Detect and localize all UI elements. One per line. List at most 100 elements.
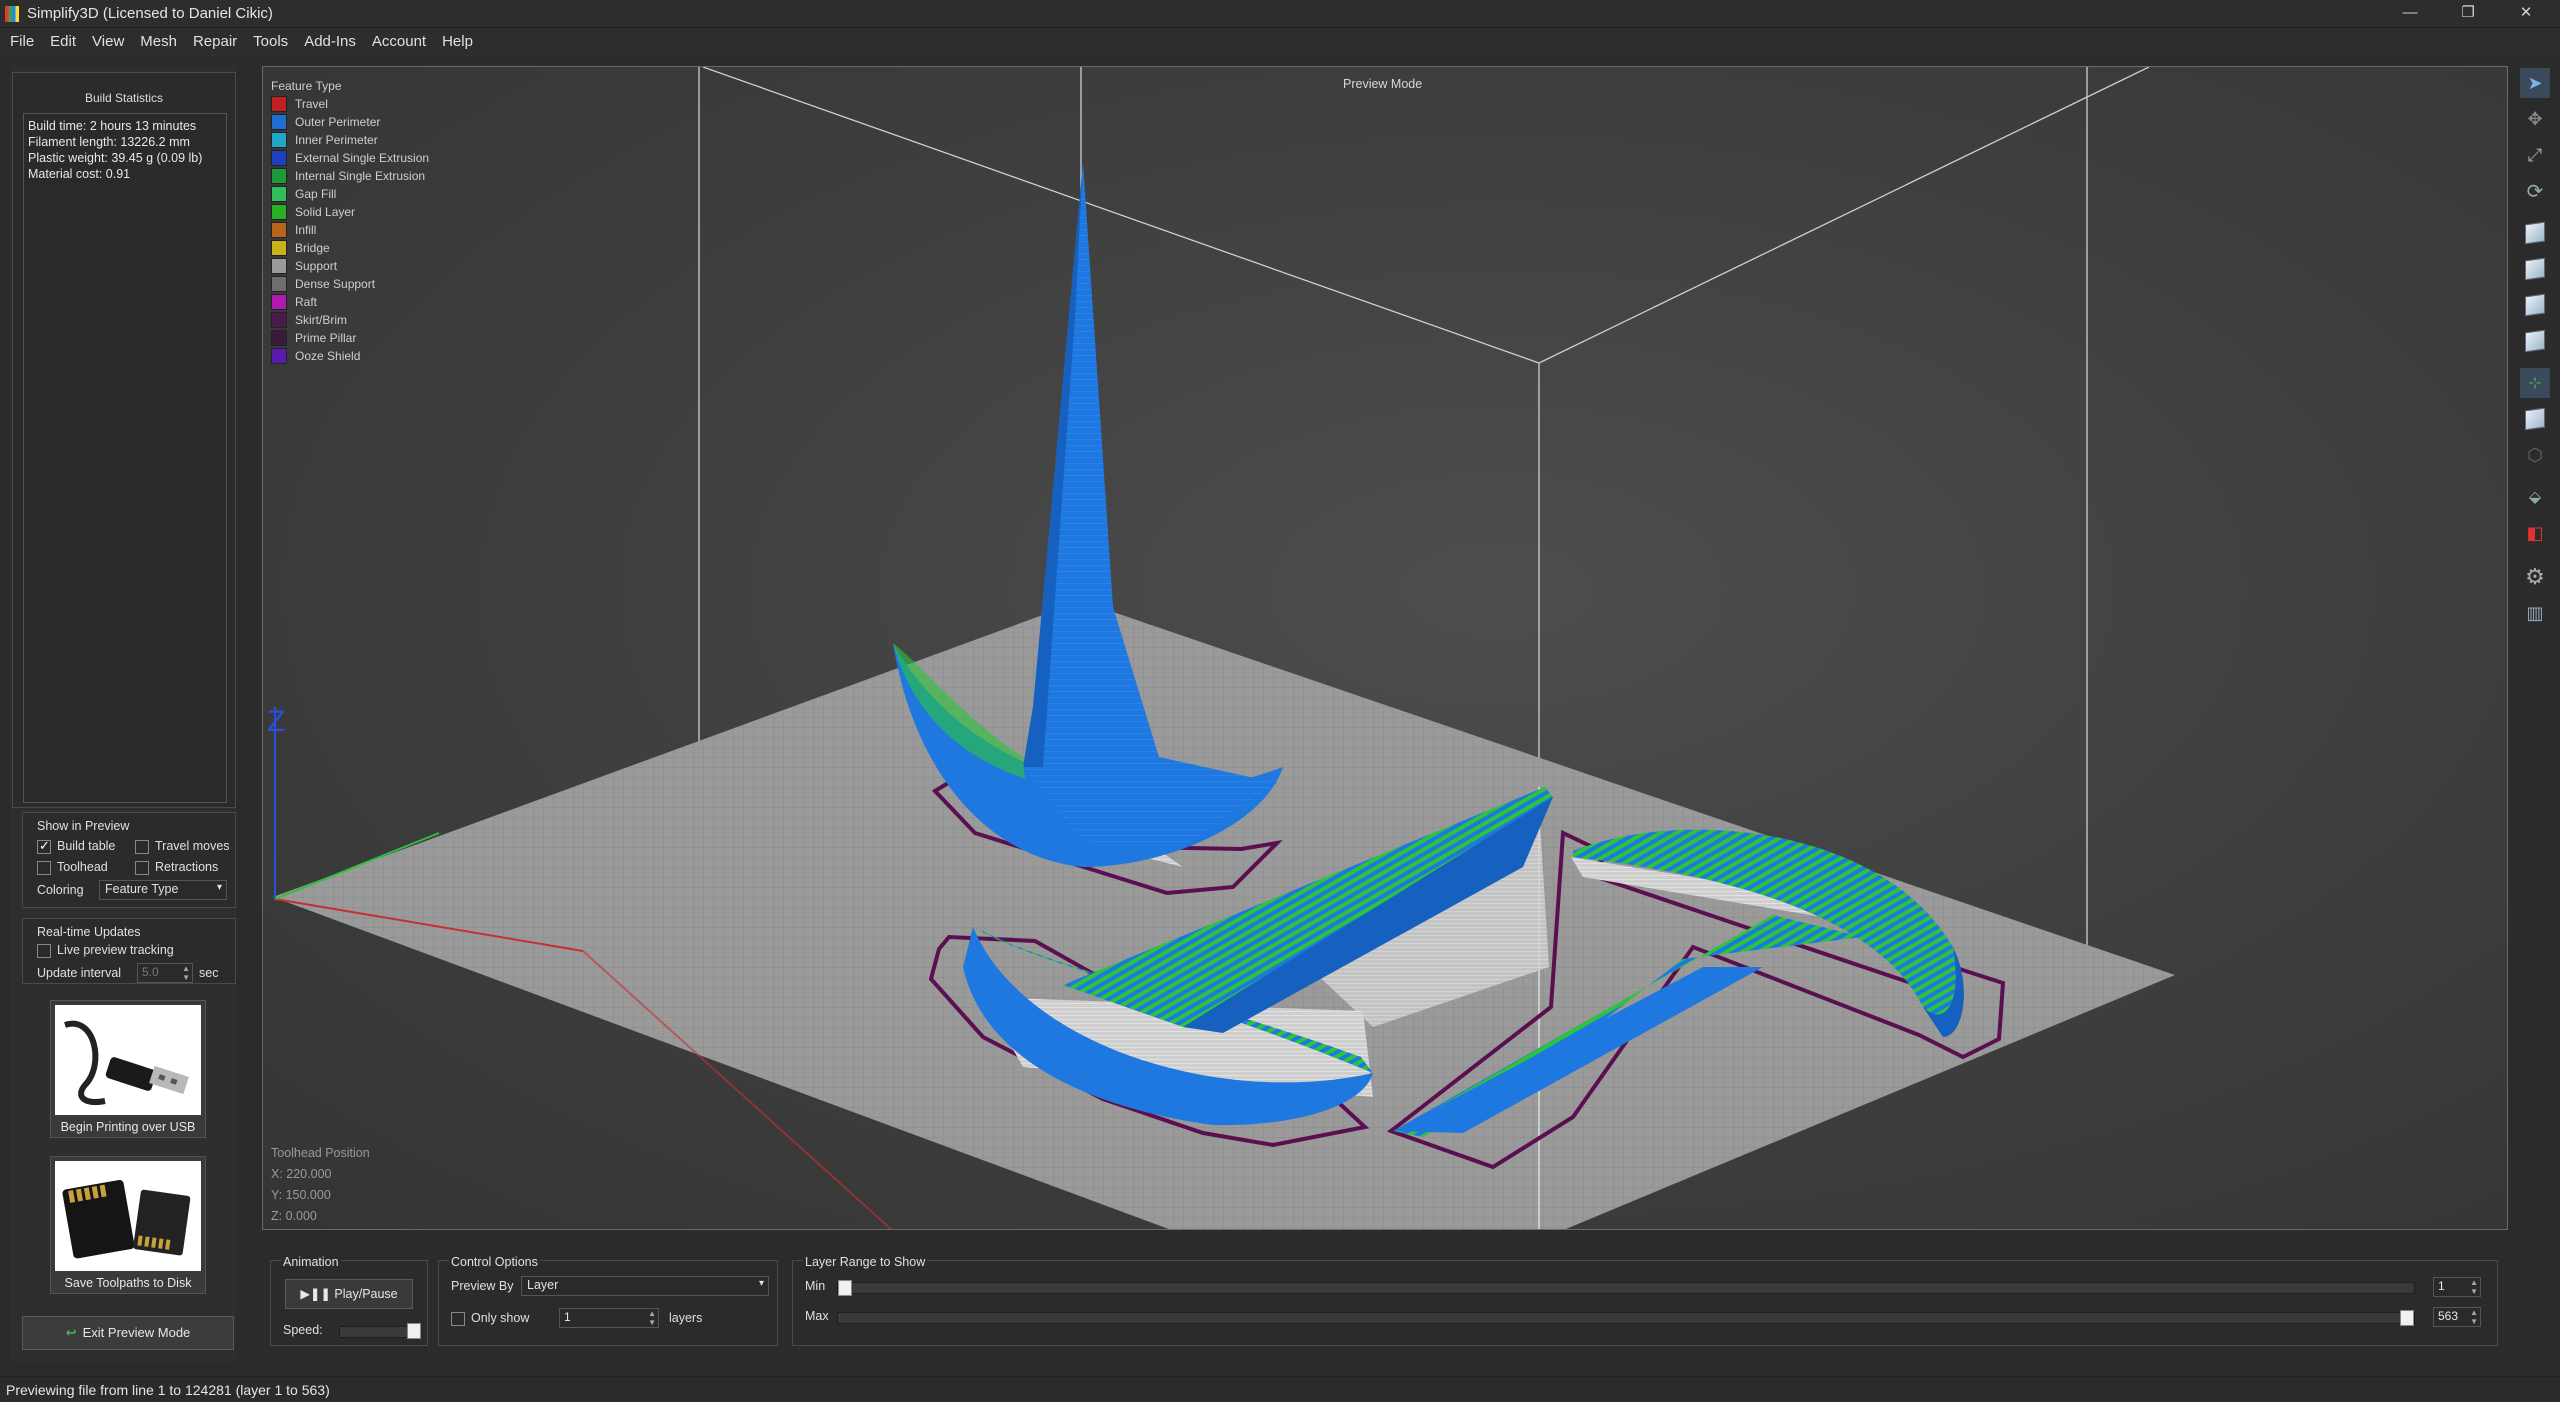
toolhead-check-icon[interactable]	[37, 860, 51, 875]
window-title: Simplify3D (Licensed to Daniel Cikic)	[27, 5, 273, 22]
min-layer-thumb[interactable]	[838, 1280, 852, 1296]
menu-view[interactable]: View	[84, 28, 132, 56]
menu-help[interactable]: Help	[434, 28, 481, 56]
legend-item: Travel	[271, 95, 429, 113]
legend-label: Dense Support	[295, 277, 376, 291]
scene-3d: Z	[267, 67, 2175, 1229]
side-view-cube-icon	[2525, 329, 2545, 353]
top-view-cube-icon	[2525, 257, 2545, 281]
app-logo-icon	[5, 6, 19, 22]
legend-label: Travel	[295, 97, 328, 111]
live-preview-check-icon[interactable]	[37, 943, 51, 958]
show-axes-button[interactable]: ⊹	[2520, 368, 2550, 398]
legend-item: Inner Perimeter	[271, 131, 429, 149]
legend-label: Infill	[295, 223, 317, 237]
menu-add-ins[interactable]: Add-Ins	[296, 28, 364, 56]
preview-viewport[interactable]: Z Feature Type Travel Outer Perimeter In…	[262, 66, 2508, 1230]
left-panel: Build Statistics Build time: 2 hours 13 …	[10, 66, 236, 1362]
build-table-checkbox[interactable]: Build table	[37, 838, 115, 854]
only-show-layers-input[interactable]: 1 ▲ ▼	[559, 1308, 659, 1328]
settings-button[interactable]: ⚙	[2520, 562, 2550, 592]
retractions-checkbox[interactable]: Retractions	[135, 860, 218, 875]
animation-group: Animation ▶❚❚ Play/Pause Speed:	[270, 1255, 428, 1346]
control-options-group: Control Options Preview By Layer ▾ Only s…	[438, 1255, 778, 1346]
max-layer-thumb[interactable]	[2400, 1310, 2414, 1326]
play-pause-button[interactable]: ▶❚❚ Play/Pause	[285, 1279, 413, 1309]
control-options-title: Control Options	[449, 1255, 540, 1269]
scale-tool-button[interactable]: ⤢	[2520, 140, 2550, 170]
move-tool-button[interactable]: ✥	[2520, 104, 2550, 134]
preview-by-select[interactable]: Layer ▾	[521, 1276, 769, 1296]
support-tool-button[interactable]: ▥	[2520, 598, 2550, 628]
update-interval-unit: sec	[199, 966, 219, 980]
speed-slider[interactable]	[339, 1326, 413, 1338]
separate-models-button[interactable]: ◧	[2520, 518, 2550, 548]
save-toolpaths-button[interactable]: Save Toolpaths to Disk	[50, 1156, 206, 1294]
only-show-check-icon[interactable]	[451, 1311, 465, 1326]
toolhead-title: Toolhead Position	[271, 1146, 370, 1160]
legend-item: Raft	[271, 293, 429, 311]
z-axis-label: Z	[267, 705, 285, 738]
spinner-arrows-icon: ▲ ▼	[2470, 1308, 2478, 1326]
select-tool-button[interactable]: ➤	[2520, 68, 2550, 98]
restore-button[interactable]: ❐	[2440, 0, 2496, 28]
close-button[interactable]: ✕	[2498, 0, 2554, 28]
legend-label: Outer Perimeter	[295, 115, 381, 129]
max-layer-input[interactable]: 563 ▲ ▼	[2433, 1307, 2481, 1327]
menu-repair[interactable]: Repair	[185, 28, 245, 56]
build-table-check-icon[interactable]	[37, 838, 51, 854]
spinner-arrows-icon: ▲ ▼	[648, 1309, 656, 1327]
print-usb-button[interactable]: Begin Printing over USB	[50, 1000, 206, 1138]
solid-view-button[interactable]	[2520, 404, 2550, 434]
gear-icon: ⚙	[2525, 564, 2545, 589]
front-view-cube-icon	[2525, 293, 2545, 317]
right-toolbar: ➤ ✥ ⤢ ⟳ ⊹ ⬡ ⬙ ◧ ⚙ ▥	[2512, 56, 2560, 1362]
move-icon: ✥	[2527, 108, 2543, 129]
back-arrow-icon: ↩	[65, 1325, 77, 1340]
legend-item: Gap Fill	[271, 185, 429, 203]
build-statistics-text: Build time: 2 hours 13 minutes Filament …	[23, 113, 227, 803]
legend-label: Gap Fill	[295, 187, 337, 201]
show-in-preview-group: Show in Preview Build table Travel moves…	[22, 812, 236, 908]
min-layer-input[interactable]: 1 ▲ ▼	[2433, 1277, 2481, 1297]
travel-moves-checkbox[interactable]: Travel moves	[135, 839, 230, 854]
view-front-button[interactable]	[2520, 290, 2550, 320]
legend-label: Internal Single Extrusion	[295, 169, 426, 183]
update-interval-input[interactable]: 5.0 ▲ ▼	[137, 963, 193, 983]
build-statistics-title: Build Statistics	[84, 91, 164, 105]
travel-moves-check-icon[interactable]	[135, 839, 149, 854]
legend-label: Inner Perimeter	[295, 133, 378, 147]
scale-icon: ⤢	[2527, 144, 2543, 165]
minimize-button[interactable]: —	[2382, 0, 2438, 28]
only-show-checkbox[interactable]: Only show	[451, 1311, 529, 1326]
legend-swatch	[271, 258, 287, 274]
coloring-select[interactable]: Feature Type ▾	[99, 880, 227, 900]
menu-edit[interactable]: Edit	[42, 28, 84, 56]
legend-swatch	[271, 168, 287, 184]
rotate-tool-button[interactable]: ⟳	[2520, 176, 2550, 206]
exit-preview-button[interactable]: ↩ Exit Preview Mode	[22, 1316, 234, 1350]
play-pause-icon: ▶❚❚	[300, 1287, 335, 1301]
view-iso-button[interactable]	[2520, 218, 2550, 248]
menu-account[interactable]: Account	[364, 28, 434, 56]
view-side-button[interactable]	[2520, 326, 2550, 356]
max-label: Max	[805, 1309, 829, 1323]
min-layer-slider[interactable]	[837, 1280, 2415, 1296]
view-top-button[interactable]	[2520, 254, 2550, 284]
spinner-arrows-icon: ▲ ▼	[182, 964, 190, 982]
wireframe-view-button[interactable]: ⬡	[2520, 440, 2550, 470]
legend-label: Raft	[295, 295, 318, 309]
live-preview-checkbox[interactable]: Live preview tracking	[37, 943, 174, 958]
legend-item: External Single Extrusion	[271, 149, 429, 167]
menu-mesh[interactable]: Mesh	[132, 28, 185, 56]
toolhead-checkbox[interactable]: Toolhead	[37, 860, 108, 875]
speed-slider-thumb[interactable]	[407, 1323, 421, 1339]
retractions-check-icon[interactable]	[135, 860, 149, 875]
rotate-icon: ⟳	[2526, 180, 2544, 203]
menu-file[interactable]: File	[0, 28, 42, 56]
legend-item: Internal Single Extrusion	[271, 167, 429, 185]
cross-section-button[interactable]: ⬙	[2520, 482, 2550, 512]
legend-label: Bridge	[295, 241, 330, 255]
menu-tools[interactable]: Tools	[245, 28, 296, 56]
max-layer-slider[interactable]	[837, 1310, 2415, 1326]
